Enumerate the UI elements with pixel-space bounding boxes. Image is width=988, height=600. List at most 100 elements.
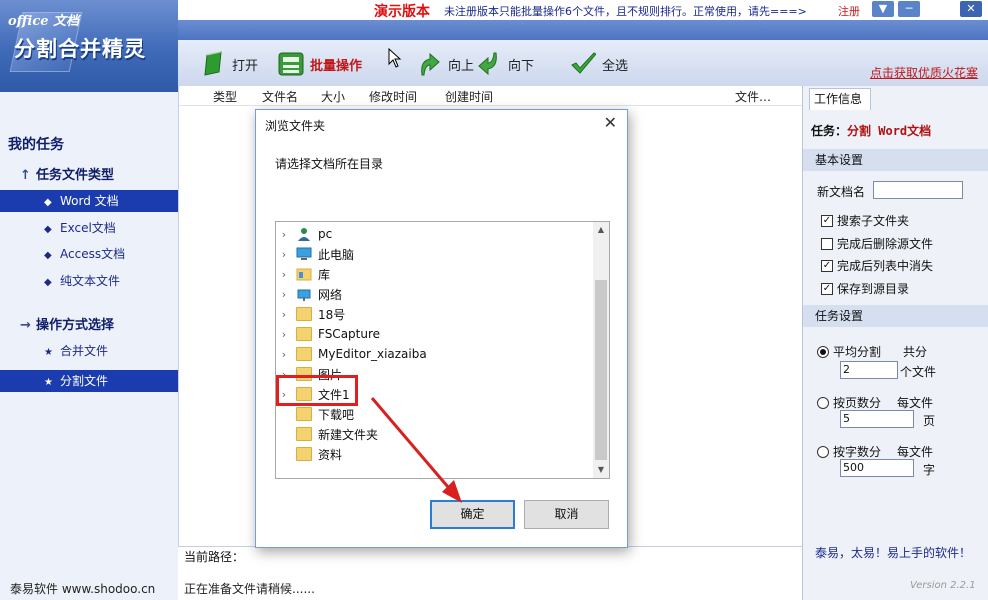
tree-item-label: 资料	[318, 447, 343, 462]
folder-icon	[296, 447, 312, 461]
pages-per-file-input[interactable]: 5	[840, 410, 914, 428]
column-modified[interactable]: 修改时间	[369, 88, 417, 105]
tree-item-folder[interactable]: 资料	[276, 444, 594, 464]
expand-chevron-icon[interactable]: ›	[276, 348, 292, 361]
pages-unit: 页	[923, 414, 936, 428]
cancel-button[interactable]: 取消	[524, 500, 609, 529]
scroll-up-icon[interactable]: ▲	[593, 222, 609, 238]
split-by-pages-radio[interactable]: 按页数分	[817, 394, 881, 411]
sidebar-item-word[interactable]: ◆ Word 文档	[0, 190, 178, 212]
tree-item-label: MyEditor_xiazaiba	[318, 347, 427, 361]
column-type[interactable]: 类型	[213, 88, 237, 105]
tree-item-folder[interactable]: › 18号	[276, 304, 594, 324]
tree-item-this-pc[interactable]: › 此电脑	[276, 244, 594, 264]
tree-item-folder[interactable]: 下载吧	[276, 404, 594, 424]
radio-dot	[817, 396, 829, 409]
file-type-category[interactable]: ↑ 任务文件类型	[20, 164, 114, 183]
expand-chevron-icon[interactable]: ›	[276, 288, 292, 301]
checkbox-label: 完成后删除源文件	[837, 237, 934, 251]
category-label: 操作方式选择	[36, 318, 115, 333]
tree-item-library[interactable]: › 库	[276, 264, 594, 284]
sidebar-item-label: Word 文档	[60, 194, 119, 208]
checkbox-box: ✓	[821, 282, 833, 295]
down-label: 向下	[508, 58, 535, 74]
remove-from-list-checkbox[interactable]: ✓ 完成后列表中消失	[821, 257, 933, 274]
column-file-path[interactable]: 文件…	[735, 88, 771, 105]
sidebar-item-text[interactable]: ◆ 纯文本文件	[0, 270, 178, 292]
tree-item-folder[interactable]: › MyEditor_xiazaiba	[276, 344, 594, 364]
menu-dropdown-button[interactable]: ▼	[872, 1, 894, 17]
task-settings-header: 任务设置	[803, 305, 988, 327]
sidebar-item-excel[interactable]: ◆ Excel文档	[0, 217, 178, 239]
folder-icon	[296, 347, 312, 361]
slogan: 泰易，太易！易上手的软件！	[815, 546, 972, 560]
split-by-chars-radio[interactable]: 按字数分	[817, 443, 881, 460]
delete-source-checkbox[interactable]: 完成后删除源文件	[821, 235, 933, 252]
mouse-cursor-icon	[388, 48, 402, 68]
checkbox-box: ✓	[821, 259, 833, 272]
sidebar-item-label: Excel文档	[60, 221, 116, 235]
batch-disk-icon	[278, 51, 304, 77]
tree-item-network[interactable]: › 网络	[276, 284, 594, 304]
expand-chevron-icon[interactable]: ›	[276, 268, 292, 281]
expand-chevron-icon[interactable]: ›	[276, 308, 292, 321]
operation-category[interactable]: → 操作方式选择	[20, 314, 114, 333]
column-size[interactable]: 大小	[321, 88, 345, 105]
star-bullet-icon: ★	[44, 347, 53, 358]
checkbox-label: 搜索子文件夹	[837, 214, 910, 228]
folder-icon	[296, 307, 312, 321]
tab-work-info[interactable]: 工作信息	[809, 88, 871, 110]
diamond-bullet-icon: ◆	[44, 197, 52, 208]
column-filename[interactable]: 文件名	[262, 88, 298, 105]
tree-item-pc[interactable]: › pc	[276, 224, 594, 244]
sidebar-item-access[interactable]: ◆ Access文档	[0, 243, 178, 265]
sidebar-item-merge[interactable]: ★ 合并文件	[0, 340, 178, 362]
radio-label: 按字数分	[833, 445, 882, 459]
batch-operation-button[interactable]: 批量操作	[278, 50, 362, 78]
promo-link[interactable]: 点击获取优质火花塞	[870, 64, 978, 81]
network-icon	[297, 289, 311, 301]
category-label: 任务文件类型	[36, 168, 115, 183]
user-icon	[298, 228, 310, 241]
expand-chevron-icon[interactable]: ›	[276, 248, 292, 261]
scrollbar-thumb[interactable]	[595, 280, 607, 460]
demo-version-label: 演示版本	[374, 4, 430, 20]
diamond-bullet-icon: ◆	[44, 224, 52, 235]
radio-dot	[817, 345, 829, 358]
close-icon[interactable]: ✕	[604, 113, 617, 132]
expand-chevron-icon[interactable]: ›	[276, 228, 292, 241]
average-split-radio[interactable]: 平均分割	[817, 343, 881, 360]
tree-scrollbar[interactable]: ▲ ▼	[593, 222, 609, 478]
open-button[interactable]: 打开	[200, 50, 258, 78]
minimize-button[interactable]: ─	[898, 1, 920, 17]
close-window-button[interactable]: ✕	[960, 1, 982, 17]
save-to-source-checkbox[interactable]: ✓ 保存到源目录	[821, 280, 909, 297]
chars-per-file-input[interactable]: 500	[840, 459, 914, 477]
move-up-button[interactable]: 向上	[416, 50, 474, 78]
chars-per-file-prefix: 每文件	[897, 445, 934, 459]
diamond-bullet-icon: ◆	[44, 277, 52, 288]
sidebar-item-split[interactable]: ★ 分割文件	[0, 370, 178, 392]
split-count-input[interactable]: 2	[840, 361, 898, 379]
radio-label: 平均分割	[833, 345, 882, 359]
logo-title: 分割合并精灵	[14, 37, 146, 61]
basic-settings-header: 基本设置	[803, 149, 988, 171]
radio-dot	[817, 445, 829, 458]
folder-icon	[296, 407, 312, 421]
logo-small-text: office 文档	[8, 14, 80, 29]
move-down-button[interactable]: 向下	[476, 50, 534, 78]
register-link[interactable]: 注册	[838, 3, 860, 19]
up-label: 向上	[448, 58, 475, 74]
select-all-button[interactable]: 全选	[570, 50, 628, 78]
column-created[interactable]: 创建时间	[445, 88, 493, 105]
tree-item-label: 网络	[318, 287, 343, 302]
scroll-down-icon[interactable]: ▼	[593, 462, 609, 478]
tree-item-folder[interactable]: 新建文件夹	[276, 424, 594, 444]
new-doc-name-label: 新文档名	[817, 185, 866, 199]
expand-chevron-icon[interactable]: ›	[276, 328, 292, 341]
folder-tree[interactable]: › pc › 此电脑 › 库 › 网络 › 18号 › FSCapture › …	[275, 221, 610, 479]
search-subfolders-checkbox[interactable]: ✓ 搜索子文件夹	[821, 212, 909, 229]
ok-button[interactable]: 确定	[430, 500, 515, 529]
tree-item-folder[interactable]: › FSCapture	[276, 324, 594, 344]
new-doc-name-input[interactable]	[873, 181, 963, 199]
